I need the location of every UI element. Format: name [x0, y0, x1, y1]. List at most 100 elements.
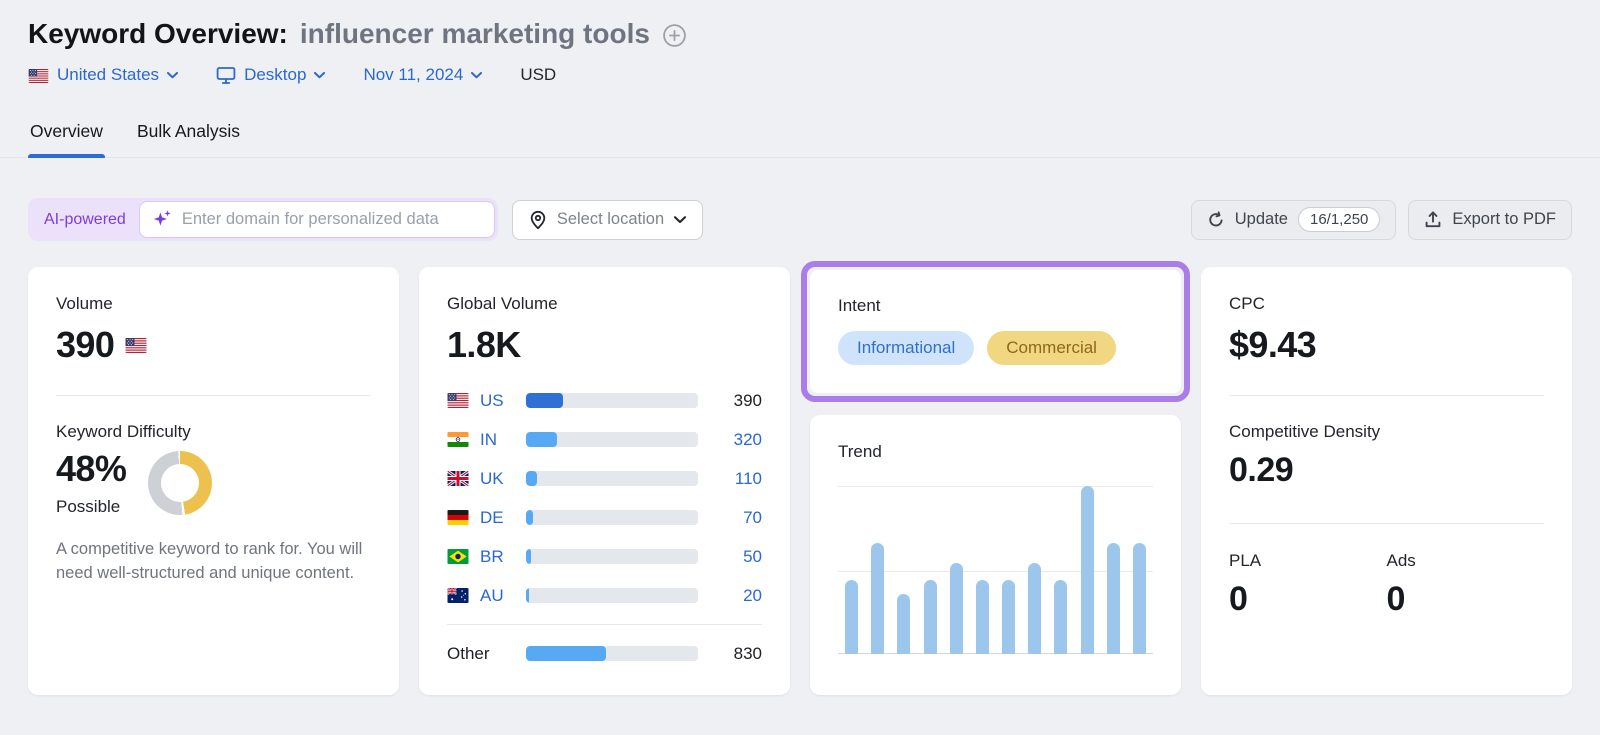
volume-bar-fill: [526, 432, 557, 447]
device-filter-label: Desktop: [244, 65, 307, 84]
kd-donut-chart: [148, 450, 213, 515]
divider: [56, 395, 371, 396]
column-cpc: CPC $9.43 Competitive Density 0.29 PLA 0…: [1201, 267, 1572, 695]
volume-card: Volume 390 Keyword Difficulty 48% Possib…: [28, 267, 399, 695]
global-volume-rows: US 390 IN 320 UK 110 DE 70 BR 50 AU 20: [447, 381, 762, 615]
volume-bar-track: [526, 471, 698, 486]
volume-bar-track: [526, 549, 698, 564]
country-code: IN: [480, 429, 497, 449]
cpc-label: CPC: [1229, 294, 1265, 313]
date-filter-label: Nov 11, 2024: [363, 65, 464, 84]
trend-bar: [1132, 543, 1146, 654]
volume-bar-fill: [526, 510, 533, 525]
kd-verdict: Possible: [56, 497, 121, 516]
keyword-text: influencer marketing tools: [299, 18, 650, 49]
intent-tags: Informational Commercial: [838, 331, 1153, 365]
gridline: [838, 486, 1153, 487]
global-volume-row[interactable]: BR 50: [447, 537, 762, 576]
update-button[interactable]: Update 16/1,250: [1190, 199, 1397, 240]
country-volume-value: 320: [733, 429, 762, 449]
trend-card: Trend: [810, 415, 1181, 695]
volume-bar-fill: [526, 646, 606, 661]
cpc-card: CPC $9.43 Competitive Density 0.29 PLA 0…: [1201, 267, 1572, 695]
page-title: Keyword Overview:: [28, 18, 288, 49]
date-filter[interactable]: Nov 11, 2024: [363, 65, 483, 85]
trend-bar: [1028, 563, 1042, 654]
au-flag-icon: [447, 588, 469, 603]
ai-powered-badge: AI-powered: [44, 210, 126, 228]
trend-label: Trend: [838, 442, 882, 461]
volume-bar-track: [526, 510, 698, 525]
other-label: Other: [447, 643, 490, 663]
intent-highlight-box: Intent Informational Commercial: [801, 261, 1190, 402]
country-volume-value: 110: [734, 468, 762, 488]
ads-label: Ads: [1386, 551, 1416, 570]
export-pdf-button[interactable]: Export to PDF: [1408, 199, 1572, 240]
country-code: DE: [480, 507, 504, 527]
competitive-density-label: Competitive Density: [1229, 422, 1381, 441]
column-global-volume: Global Volume 1.8K US 390 IN 320 UK 110 DE 70 BR…: [419, 267, 790, 695]
trend-bar: [1002, 580, 1016, 654]
column-volume: Volume 390 Keyword Difficulty 48% Possib…: [28, 267, 399, 695]
other-value: 830: [733, 643, 762, 663]
volume-bar-track: [526, 432, 698, 447]
trend-bar: [1080, 486, 1094, 654]
trend-bar: [1054, 580, 1068, 654]
country-code: AU: [480, 585, 504, 605]
page-header: Keyword Overview: influencer marketing t…: [28, 18, 1572, 50]
tab-overview[interactable]: Overview: [28, 115, 105, 158]
us-flag-icon: [28, 68, 49, 83]
pla-stat: PLA 0: [1229, 551, 1387, 619]
volume-bar-fill: [526, 393, 564, 408]
uk-flag-icon: [447, 471, 469, 486]
us-flag-icon: [125, 337, 147, 353]
column-intent-trend: Intent Informational Commercial Trend: [801, 261, 1190, 695]
global-volume-row[interactable]: US 390: [447, 381, 762, 420]
global-volume-value: 1.8K: [447, 324, 521, 365]
intent-card: Intent Informational Commercial: [810, 270, 1181, 393]
global-volume-card: Global Volume 1.8K US 390 IN 320 UK 110 DE 70 BR…: [419, 267, 790, 695]
keyword-overview-page: Keyword Overview: influencer marketing t…: [0, 0, 1600, 695]
country-filter-label: United States: [57, 65, 160, 84]
tabs: Overview Bulk Analysis: [0, 115, 1600, 158]
country-volume-value: 390: [733, 390, 762, 410]
desktop-icon: [216, 66, 236, 84]
add-keyword-icon[interactable]: [662, 23, 687, 48]
intent-tag-commercial[interactable]: Commercial: [987, 331, 1116, 365]
divider: [447, 624, 762, 625]
update-label: Update: [1234, 210, 1288, 228]
ai-powered-wrap: AI-powered: [28, 198, 498, 241]
device-filter[interactable]: Desktop: [216, 65, 326, 85]
global-volume-row[interactable]: UK 110: [447, 459, 762, 498]
currency-label: USD: [520, 65, 557, 84]
keyword-difficulty-label: Keyword Difficulty: [56, 422, 191, 441]
metrics-cards: Volume 390 Keyword Difficulty 48% Possib…: [28, 261, 1572, 695]
country-volume-value: 70: [743, 507, 762, 527]
intent-label: Intent: [838, 296, 881, 315]
global-volume-row[interactable]: IN 320: [447, 420, 762, 459]
country-volume-value: 20: [743, 585, 762, 605]
chevron-down-icon: [314, 71, 326, 78]
kd-description: A competitive keyword to rank for. You w…: [56, 540, 363, 583]
global-volume-row[interactable]: AU 20: [447, 576, 762, 615]
tab-bulk-analysis[interactable]: Bulk Analysis: [135, 115, 242, 157]
ads-stat: Ads 0: [1387, 551, 1545, 619]
volume-bar-track: [526, 393, 698, 408]
kd-value-block: 48% Possible: [56, 448, 127, 517]
de-flag-icon: [447, 510, 469, 525]
divider: [1229, 523, 1544, 524]
domain-input[interactable]: [138, 201, 495, 238]
toolbar-left: AI-powered Select location: [28, 198, 704, 241]
country-filter[interactable]: United States: [28, 65, 179, 85]
trend-bar: [975, 580, 989, 654]
volume-bar-track: [526, 588, 698, 603]
select-location-label: Select location: [556, 210, 665, 228]
domain-input-wrap: [138, 201, 495, 238]
trend-bar: [923, 580, 937, 654]
global-volume-other-row: Other 830: [447, 634, 762, 673]
intent-tag-informational[interactable]: Informational: [838, 331, 975, 365]
select-location-button[interactable]: Select location: [511, 199, 704, 240]
global-volume-row[interactable]: DE 70: [447, 498, 762, 537]
gridline: [838, 570, 1153, 572]
country-code: US: [480, 390, 504, 410]
